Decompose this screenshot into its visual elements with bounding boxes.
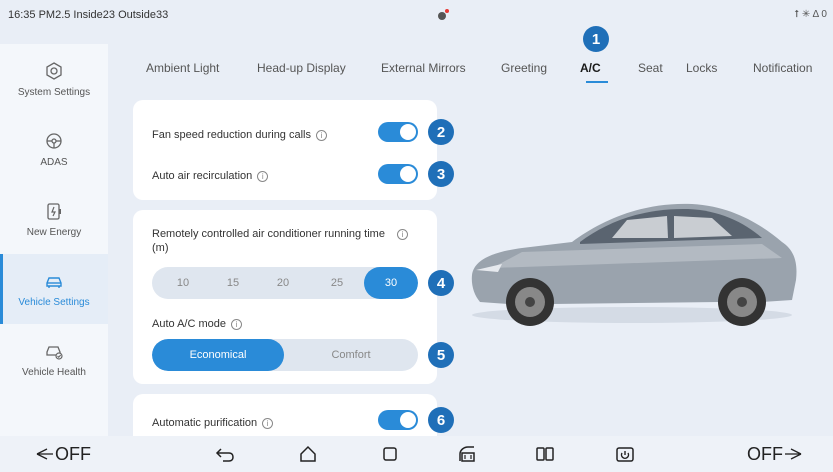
back-icon: [215, 448, 234, 462]
callout-badge: 3: [428, 161, 454, 187]
camera-button[interactable]: [610, 436, 640, 472]
callout-badge: 2: [428, 119, 454, 145]
tab-seat[interactable]: Seat: [638, 61, 663, 75]
auto-ac-mode-label-text: Auto A/C mode: [152, 318, 226, 330]
sidebar-item-vehicle-health[interactable]: Vehicle Health: [0, 324, 108, 394]
tab-ac[interactable]: A/C: [580, 61, 601, 75]
runtime-option-15[interactable]: 15: [208, 267, 258, 299]
ac-mode-selector: Economical Comfort: [152, 339, 418, 371]
home-icon: [300, 445, 316, 462]
left-fan-label: OFF: [55, 443, 91, 464]
car-icon: [44, 271, 64, 291]
auto-purification-label: Automatic purification i: [152, 417, 274, 429]
ac-mode-comfort[interactable]: Comfort: [284, 339, 418, 371]
fan-arrow-right-icon: [785, 448, 802, 460]
auto-recirculation-toggle[interactable]: [378, 164, 418, 184]
status-icons-text: ⭡ ✳ Δ 0: [794, 9, 827, 20]
tab-head-up-display[interactable]: Head-up Display: [257, 61, 346, 75]
settings-card-fan: [133, 100, 437, 200]
info-icon[interactable]: i: [396, 228, 408, 240]
battery-icon: [44, 201, 64, 221]
info-icon[interactable]: i: [315, 129, 327, 141]
fan-speed-label: Fan speed reduction during calls i: [152, 129, 327, 141]
runtime-option-20[interactable]: 20: [258, 267, 308, 299]
split-screen-icon: [536, 447, 554, 461]
runtime-option-25[interactable]: 25: [312, 267, 362, 299]
right-fan-label: OFF: [747, 443, 783, 464]
sidebar-item-label: Vehicle Health: [22, 366, 86, 378]
info-icon[interactable]: i: [231, 318, 242, 330]
sidebar-item-new-energy[interactable]: New Energy: [0, 184, 108, 254]
toggle-knob: [400, 166, 416, 182]
tab-bar: Ambient Light Head-up Display External M…: [108, 44, 833, 92]
auto-recirculation-label: Auto air recirculation i: [152, 170, 269, 182]
tab-greeting[interactable]: Greeting: [501, 61, 547, 75]
runtime-option-30[interactable]: 30: [364, 267, 418, 299]
active-tab-indicator: [586, 81, 608, 83]
auto-ac-mode-label: Auto A/C mode i: [152, 318, 242, 330]
right-fan-off-button[interactable]: OFF: [730, 436, 820, 472]
bottom-bar: OFF OFF: [0, 436, 833, 472]
hexagon-settings-icon: [44, 61, 64, 81]
tab-locks[interactable]: Locks: [686, 61, 717, 75]
sidebar-item-label: ADAS: [40, 156, 68, 168]
back-button[interactable]: [210, 436, 240, 472]
remote-runtime-label-text: Remotely controlled air conditioner runn…: [152, 228, 385, 240]
ac-mode-economical[interactable]: Economical: [152, 339, 284, 371]
callout-badge: 6: [428, 407, 454, 433]
info-icon[interactable]: i: [257, 170, 269, 182]
climate-icon: [459, 446, 475, 462]
status-icons: ⭡ ✳ Δ 0: [794, 9, 827, 20]
toggle-knob: [400, 412, 416, 428]
toggle-knob: [400, 124, 416, 140]
sidebar-item-label: System Settings: [17, 86, 91, 98]
remote-runtime-label: Remotely controlled air conditioner runn…: [152, 228, 412, 240]
split-screen-button[interactable]: [530, 436, 560, 472]
square-icon: [383, 447, 397, 461]
tab-ambient-light[interactable]: Ambient Light: [146, 61, 219, 75]
tab-notification[interactable]: Notification: [753, 61, 812, 75]
callout-badge: 4: [428, 270, 454, 296]
left-fan-off-button[interactable]: OFF: [18, 436, 108, 472]
auto-purification-toggle[interactable]: [378, 410, 418, 430]
auto-purification-label-text: Automatic purification: [152, 417, 258, 429]
auto-recirculation-label-text: Auto air recirculation: [152, 170, 253, 182]
sidebar-item-system-settings[interactable]: System Settings: [0, 44, 108, 114]
car-illustration: [471, 203, 797, 326]
sidebar-item-adas[interactable]: ADAS: [0, 114, 108, 184]
fan-speed-toggle[interactable]: [378, 122, 418, 142]
fan-speed-label-text: Fan speed reduction during calls: [152, 129, 311, 141]
callout-badge: 1: [583, 26, 609, 52]
home-button[interactable]: [293, 436, 323, 472]
recents-button[interactable]: [375, 436, 405, 472]
camera-icon: [616, 447, 634, 462]
tab-external-mirrors[interactable]: External Mirrors: [381, 61, 466, 75]
fan-arrow-left-icon: [36, 448, 53, 460]
status-bar: 16:35 PM2.5 Inside23 Outside33: [0, 0, 833, 30]
car-health-icon: [44, 341, 64, 361]
remote-runtime-unit: (m): [152, 242, 169, 254]
sidebar: System Settings ADAS New Energy Vehicle …: [0, 44, 108, 436]
sidebar-item-label: Vehicle Settings: [18, 296, 90, 308]
steering-wheel-icon: [44, 131, 64, 151]
runtime-selector: 10 15 20 25 30: [152, 267, 418, 299]
notification-dot-icon: [438, 9, 449, 20]
runtime-option-10[interactable]: 10: [158, 267, 208, 299]
info-icon[interactable]: i: [262, 417, 274, 429]
climate-button[interactable]: [452, 436, 482, 472]
callout-badge: 5: [428, 342, 454, 368]
sidebar-item-vehicle-settings[interactable]: Vehicle Settings: [0, 254, 108, 324]
status-text: 16:35 PM2.5 Inside23 Outside33: [8, 9, 169, 21]
sidebar-item-label: New Energy: [26, 226, 82, 238]
